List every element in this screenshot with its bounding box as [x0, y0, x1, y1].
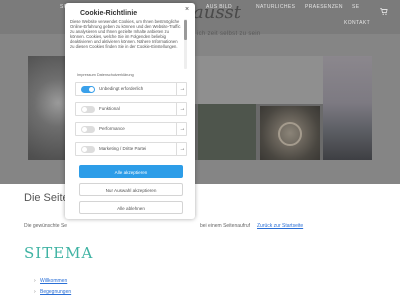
category-label: Marketing / Dritte Partei — [99, 146, 147, 151]
bullet-1: › — [34, 278, 36, 284]
nav-item-kontakt[interactable]: KONTAKT — [344, 20, 370, 26]
reject-all-button[interactable]: Alle ablehnen — [79, 201, 183, 214]
accept-selected-button[interactable]: Nur Auswahl akzeptieren — [79, 183, 183, 196]
cookie-category-marketing[interactable]: Marketing / Dritte Partei → — [75, 142, 187, 156]
legal-links[interactable]: Impressum Datenschutzerklärung — [77, 73, 134, 77]
banner-title: ausst — [193, 2, 242, 23]
toggle-knob — [82, 127, 87, 132]
nav-item-5[interactable]: PRAESENZEN — [305, 4, 343, 10]
category-label: Funktional — [99, 106, 120, 111]
toggle-functional[interactable] — [81, 106, 95, 113]
sitemap-link-willkommen[interactable]: Willkommen — [40, 278, 67, 284]
toggle-knob — [82, 107, 87, 112]
nav-item-6[interactable]: SE — [352, 4, 359, 10]
page-title: Die Seite — [24, 192, 69, 204]
chevron-right-icon[interactable]: → — [176, 103, 188, 115]
back-to-home-link[interactable]: Zurück zur Startseite — [257, 223, 303, 229]
cookie-category-performance[interactable]: Performance → — [75, 122, 187, 136]
toggle-performance[interactable] — [81, 126, 95, 133]
sitemap-heading: SITEMA — [24, 244, 94, 262]
banner-text-area — [178, 56, 323, 104]
accept-all-button[interactable]: Alle akzeptieren — [79, 165, 183, 178]
chevron-right-icon[interactable]: → — [176, 123, 188, 135]
category-label: Unbedingt erforderlich — [99, 86, 144, 91]
nav-item-4[interactable]: NATURLICHES — [256, 4, 295, 10]
cookie-description: Diese Website verwendet Cookies, um Ihne… — [70, 19, 181, 49]
snail-shell-spiral — [278, 122, 302, 146]
banner-subtitle: t ich zeit selbst zu sein — [193, 31, 261, 37]
category-label: Performance — [99, 126, 125, 131]
description-scroll-thumb[interactable] — [184, 20, 187, 40]
sitemap-link-begegnungen[interactable]: Begegnungen — [40, 289, 71, 295]
error-text: Die gewünschte Se — [24, 223, 68, 229]
cookie-category-functional[interactable]: Funktional → — [75, 102, 187, 116]
chevron-right-icon[interactable]: → — [176, 143, 188, 155]
toggle-marketing[interactable] — [81, 146, 95, 153]
stone-face-image — [198, 104, 256, 160]
cart-icon[interactable] — [380, 8, 388, 15]
sea-image — [323, 56, 372, 160]
close-icon[interactable]: × — [185, 6, 189, 13]
error-text-right: bei einem Seitenaufruf — [200, 223, 251, 229]
toggle-knob — [89, 87, 94, 92]
cookie-dialog: Cookie-Richtlinie × Diese Website verwen… — [65, 3, 195, 219]
bullet-2: › — [34, 289, 36, 295]
cookie-dialog-title: Cookie-Richtlinie — [80, 10, 138, 17]
cookie-category-necessary[interactable]: Unbedingt erforderlich → — [75, 82, 187, 96]
chevron-right-icon[interactable]: → — [176, 83, 188, 95]
toggle-knob — [82, 147, 87, 152]
toggle-necessary[interactable] — [81, 86, 95, 93]
